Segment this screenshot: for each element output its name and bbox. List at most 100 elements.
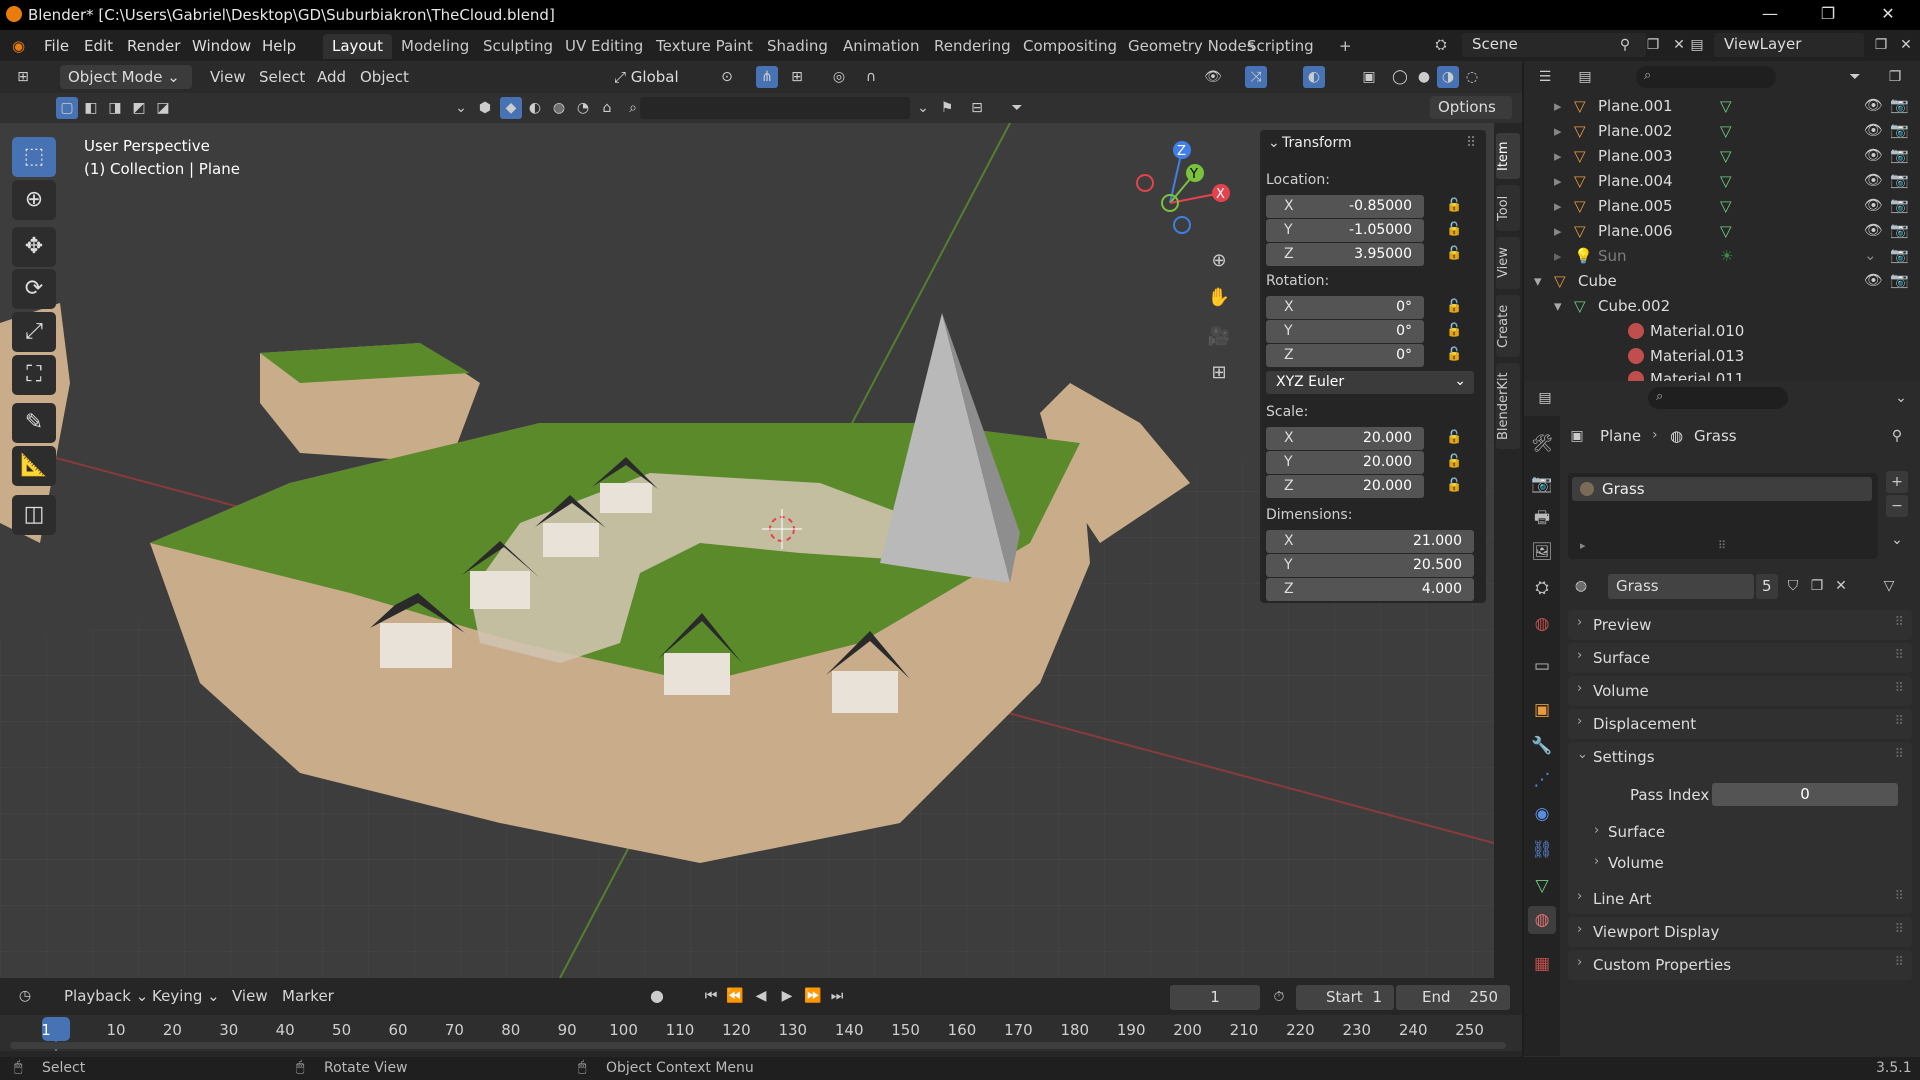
lock-rotation-x-icon[interactable]: 🔓 — [1446, 299, 1462, 314]
lock-location-z-icon[interactable]: 🔓 — [1446, 246, 1462, 261]
camera-icon[interactable]: 📷 — [1890, 146, 1909, 164]
editor-type-icon[interactable]: ⊞ — [12, 66, 34, 88]
expand-icon[interactable]: ▸ — [1554, 122, 1562, 140]
subpanel-surface[interactable]: Surface — [1608, 823, 1665, 841]
lock-scale-x-icon[interactable]: 🔓 — [1446, 430, 1462, 445]
material-preview-icon[interactable]: ◐ — [524, 97, 546, 119]
select-subtract-icon[interactable]: ◨ — [104, 97, 126, 119]
collapse-chevron-icon[interactable]: ⌄ — [1268, 135, 1280, 151]
mesh-data-props-icon[interactable]: ▽ — [1528, 872, 1556, 900]
menu-window[interactable]: Window — [192, 37, 251, 55]
snap-icon[interactable]: ⋔ — [756, 66, 778, 88]
scale-z-field[interactable]: Z 20.000 — [1266, 475, 1424, 498]
eye-icon[interactable]: 👁 — [1864, 146, 1883, 164]
outliner-row[interactable]: Material.011 — [1524, 367, 1920, 381]
properties-editor-icon[interactable]: ▤ — [1534, 387, 1556, 409]
collection-props-icon[interactable]: ▭ — [1528, 652, 1556, 680]
cursor-tool-icon[interactable]: ⊕ — [12, 180, 56, 220]
annotate-tool-icon[interactable]: ✎ — [12, 403, 56, 443]
outliner-row[interactable]: ▸ ▽ Plane.006 ▽ 👁 📷 — [1524, 219, 1920, 244]
add-cube-tool-icon[interactable]: ◫ — [12, 495, 56, 535]
modifier-props-icon[interactable]: 🔧 — [1528, 732, 1556, 760]
menu-view[interactable]: View — [232, 987, 268, 1005]
menu-playback[interactable]: Playback ⌄ — [64, 987, 148, 1005]
menu-select[interactable]: Select — [259, 68, 305, 86]
eye-icon[interactable]: 👁 — [1864, 196, 1883, 214]
rotate-tool-icon[interactable]: ⟳ — [12, 269, 56, 309]
menu-view[interactable]: View — [210, 68, 246, 86]
panel-surface[interactable]: › Surface ⠿ — [1568, 643, 1912, 673]
dimensions-z-field[interactable]: Z 4.000 — [1266, 578, 1474, 601]
orientation-dropdown[interactable]: ⤢ Global ⌄ — [606, 65, 702, 104]
tab-item[interactable]: Item — [1496, 133, 1520, 179]
select-new-icon[interactable]: ▢ — [56, 97, 78, 119]
texture-icon[interactable]: ◍ — [548, 97, 570, 119]
lock-scale-z-icon[interactable]: 🔓 — [1446, 478, 1462, 493]
outliner-search-field[interactable]: ⌕ — [1636, 66, 1776, 88]
tab-texture-paint[interactable]: Texture Paint — [647, 34, 762, 59]
drag-handle-icon[interactable]: ⠿ — [1894, 615, 1904, 630]
new-collection-icon[interactable]: ❐ — [1884, 66, 1906, 88]
menu-edit[interactable]: Edit — [84, 37, 113, 55]
asset-search-field[interactable] — [640, 97, 910, 119]
filter-icon[interactable]: ⏷ — [1844, 66, 1866, 88]
add-workspace-button[interactable]: + — [1330, 34, 1361, 59]
resize-grip-icon[interactable]: ⠿ — [1718, 539, 1726, 552]
camera-icon[interactable]: 📷 — [1890, 96, 1909, 114]
jump-prev-key-icon[interactable]: ⏪ — [724, 985, 746, 1007]
play-reverse-icon[interactable]: ◀ — [750, 985, 772, 1007]
eye-icon[interactable]: 👁 — [1864, 221, 1883, 239]
menu-help[interactable]: Help — [262, 37, 296, 55]
unlink-material-icon[interactable]: ✕ — [1830, 575, 1852, 597]
falloff-curve-icon[interactable]: ⌄ — [912, 97, 934, 119]
constraints-props-icon[interactable]: ⛓ — [1528, 836, 1556, 864]
object-props-icon[interactable]: ▣ — [1528, 696, 1556, 724]
pass-index-field[interactable]: 0 — [1712, 783, 1898, 806]
render-props-icon[interactable]: 📷 — [1528, 470, 1556, 498]
menu-add[interactable]: Add — [317, 68, 346, 86]
properties-search-field[interactable]: ⌕ — [1648, 387, 1788, 409]
close-button[interactable]: ✕ — [1878, 4, 1898, 24]
timeline-editor-icon[interactable]: ◷ — [14, 985, 36, 1007]
outliner-row[interactable]: ▸ ▽ Plane.001 ▽ 👁 📷 — [1524, 94, 1920, 119]
menu-file[interactable]: File — [44, 37, 69, 55]
outliner-row[interactable]: ▾ ▽ Cube.002 — [1524, 294, 1920, 319]
measure-tool-icon[interactable]: 📐 — [12, 446, 56, 486]
brush-icon[interactable]: ⌂ — [596, 97, 618, 119]
pan-hand-icon[interactable]: ✋ — [1205, 284, 1233, 312]
menu-marker[interactable]: Marker — [282, 987, 334, 1005]
lock-location-x-icon[interactable]: 🔓 — [1446, 198, 1462, 213]
outliner-row[interactable]: ▸ ▽ Plane.005 ▽ 👁 📷 — [1524, 194, 1920, 219]
move-tool-icon[interactable]: ✥ — [12, 227, 56, 267]
tab-layout[interactable]: Layout — [323, 34, 392, 59]
jump-next-key-icon[interactable]: ⏩ — [802, 985, 824, 1007]
duplicate-material-icon[interactable]: ❐ — [1806, 575, 1828, 597]
tab-sculpting[interactable]: Sculpting — [474, 34, 562, 59]
ortho-grid-icon[interactable]: ⊞ — [1205, 359, 1233, 387]
panel-displacement[interactable]: › Displacement ⠿ — [1568, 709, 1912, 739]
eye-icon[interactable]: 👁 — [1864, 271, 1883, 289]
eye-closed-icon[interactable]: ⌄ — [1864, 246, 1877, 264]
viewlayer-field[interactable]: ViewLayer — [1714, 33, 1864, 57]
material-props-icon[interactable]: ◍ — [1528, 906, 1556, 934]
material-name-field[interactable]: Grass — [1608, 574, 1754, 599]
panel-viewport-display[interactable]: › Viewport Display ⠿ — [1568, 917, 1912, 947]
jump-start-icon[interactable]: ⏮ — [700, 985, 722, 1007]
object-mode-icon[interactable]: ◆ — [500, 97, 522, 119]
tab-compositing[interactable]: Compositing — [1014, 34, 1126, 59]
eye-icon[interactable]: 👁 — [1864, 171, 1883, 189]
collapse-icon[interactable]: ▾ — [1554, 297, 1562, 315]
panel-line-art[interactable]: › Line Art ⠿ — [1568, 884, 1912, 914]
tab-view[interactable]: View — [1496, 237, 1520, 289]
expand-icon[interactable]: ▸ — [1554, 222, 1562, 240]
new-viewlayer-icon[interactable]: ❐ — [1870, 34, 1892, 56]
tab-scripting[interactable]: Scripting — [1238, 34, 1323, 59]
tab-blenderkit[interactable]: BlenderKit — [1496, 363, 1520, 449]
remove-slot-icon[interactable]: − — [1886, 495, 1908, 517]
camera-icon[interactable]: 📷 — [1890, 246, 1909, 264]
gizmo-icon[interactable]: ⤨ — [1245, 66, 1267, 88]
outliner-row[interactable]: ▸ ▽ Plane.004 ▽ 👁 📷 — [1524, 169, 1920, 194]
scene-browse-icon[interactable]: ⛭ — [1430, 34, 1452, 56]
drag-handle-icon[interactable]: ⠿ — [1894, 889, 1904, 904]
slot-specials-icon[interactable]: ⌄ — [1886, 529, 1908, 551]
